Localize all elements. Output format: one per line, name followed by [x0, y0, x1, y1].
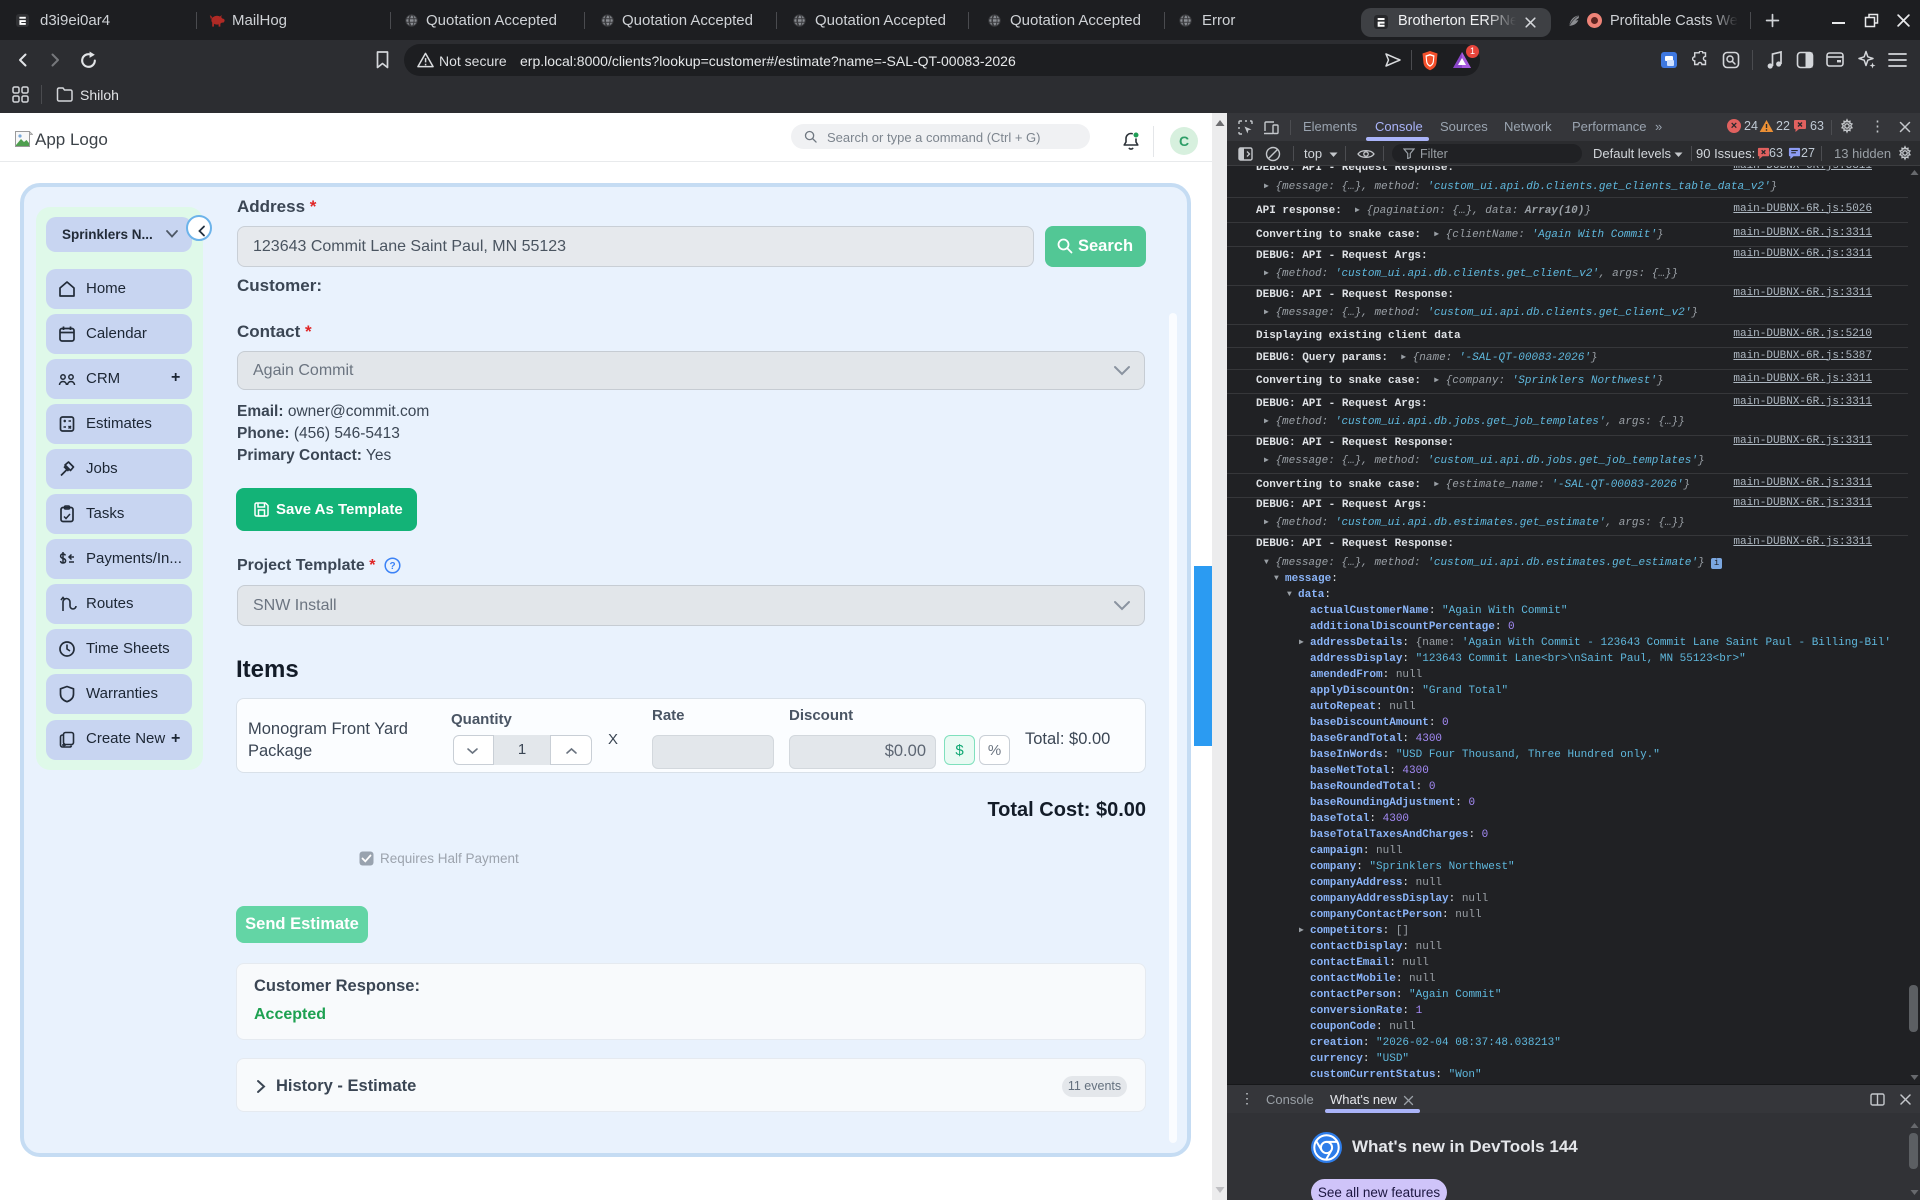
svg-text:?: ? [389, 561, 395, 572]
